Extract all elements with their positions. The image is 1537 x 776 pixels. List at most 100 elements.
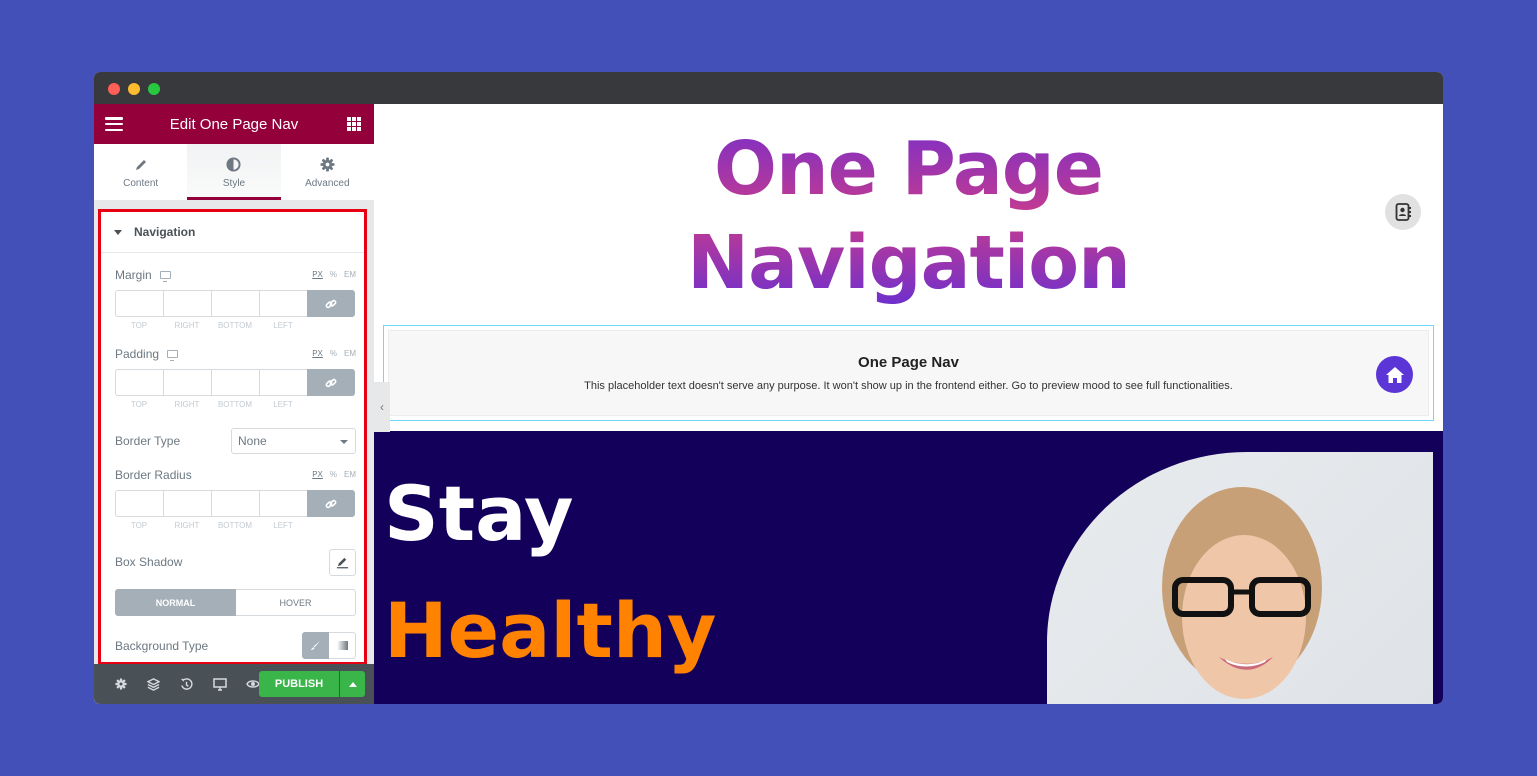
dim-label-left: Left — [273, 521, 293, 530]
panel-tabs: Content Style Advanced — [94, 144, 374, 200]
dim-label-top: Top — [130, 400, 148, 409]
border-type-value: None — [238, 434, 267, 448]
history-icon[interactable] — [170, 677, 203, 691]
margin-control: Margin PX % EM TOP RIGHT BOTTOM LEFT — [115, 268, 356, 330]
padding-right-input[interactable] — [163, 369, 211, 396]
publish-button[interactable]: PUBLISH — [259, 671, 339, 697]
bg-gradient-button[interactable] — [329, 632, 356, 659]
widget-description: This placeholder text doesn't serve any … — [584, 380, 1233, 392]
pencil-icon — [336, 557, 349, 569]
unit-px[interactable]: PX — [312, 349, 323, 358]
dim-label-right: Right — [174, 321, 200, 330]
home-icon — [1385, 366, 1404, 383]
one-page-nav-widget[interactable]: One Page Nav This placeholder text doesn… — [383, 325, 1434, 421]
hero-heading: One Page Navigation — [374, 122, 1443, 310]
collapse-panel-button[interactable]: ‹ — [374, 382, 390, 432]
tab-label: Content — [123, 177, 159, 189]
editor-sidebar: Edit One Page Nav Content Style Advanced… — [94, 104, 374, 704]
tab-content[interactable]: Content — [94, 144, 187, 200]
dim-label-left: Left — [273, 321, 293, 330]
radius-left-input[interactable] — [259, 490, 307, 517]
unit-em[interactable]: EM — [344, 470, 356, 479]
caret-up-icon — [348, 681, 357, 687]
caret-down-icon — [114, 229, 122, 235]
chevron-down-icon — [340, 440, 348, 444]
widget-title: One Page Nav — [858, 354, 959, 371]
pencil-icon — [134, 156, 148, 174]
minimize-window-button[interactable] — [128, 83, 140, 95]
close-window-button[interactable] — [108, 83, 120, 95]
unit-px[interactable]: PX — [312, 270, 323, 279]
border-radius-control: Border Radius PX % EM TOP RIGHT BOTTOM L… — [115, 468, 356, 530]
background-type-control: Background Type — [115, 632, 356, 659]
unit-percent[interactable]: % — [330, 470, 337, 479]
radius-bottom-input[interactable] — [211, 490, 259, 517]
state-tabs: NORMAL HOVER — [115, 589, 356, 616]
nav-dot-home[interactable] — [1376, 356, 1413, 393]
settings-icon[interactable] — [104, 678, 137, 690]
app-window: Edit One Page Nav Content Style Advanced… — [94, 72, 1443, 704]
nav-dot-contact[interactable] — [1385, 194, 1421, 230]
unit-em[interactable]: EM — [344, 349, 356, 358]
border-radius-label: Border Radius — [115, 468, 192, 482]
padding-label: Padding — [115, 347, 160, 361]
margin-top-input[interactable] — [115, 290, 163, 317]
dim-label-top: Top — [130, 321, 148, 330]
tab-hover[interactable]: HOVER — [236, 589, 356, 616]
hero-heading-line1: One Page — [714, 126, 1103, 212]
margin-bottom-input[interactable] — [211, 290, 259, 317]
desktop-icon[interactable] — [167, 350, 179, 361]
dim-label-bottom: Bottom — [217, 521, 253, 530]
radius-right-input[interactable] — [163, 490, 211, 517]
dim-label-right: Right — [174, 521, 200, 530]
padding-left-input[interactable] — [259, 369, 307, 396]
section-toggle-navigation[interactable]: Navigation — [101, 212, 364, 253]
unit-em[interactable]: EM — [344, 270, 356, 279]
tab-style[interactable]: Style — [187, 144, 281, 200]
gradient-icon — [336, 641, 348, 650]
link-values-button[interactable] — [307, 490, 355, 517]
margin-right-input[interactable] — [163, 290, 211, 317]
margin-left-input[interactable] — [259, 290, 307, 317]
layers-icon[interactable] — [137, 677, 170, 691]
hamburger-icon[interactable] — [105, 117, 123, 131]
responsive-icon[interactable] — [203, 677, 236, 691]
preview-canvas: One Page Navigation ‹ One Page Nav This … — [374, 104, 1443, 704]
tab-advanced[interactable]: Advanced — [281, 144, 374, 200]
publish-options-button[interactable] — [340, 671, 365, 697]
tab-label: Style — [222, 177, 246, 189]
link-values-button[interactable] — [307, 369, 355, 396]
tab-label: Advanced — [305, 177, 350, 189]
padding-top-input[interactable] — [115, 369, 163, 396]
link-values-button[interactable] — [307, 290, 355, 317]
unit-percent[interactable]: % — [330, 349, 337, 358]
navigation-section-highlight: Navigation Margin PX % EM TOP RIGHT BOTT… — [98, 209, 367, 665]
radius-top-input[interactable] — [115, 490, 163, 517]
bg-classic-button[interactable] — [302, 632, 329, 659]
sidebar-header: Edit One Page Nav — [94, 104, 374, 144]
link-icon — [325, 378, 337, 387]
unit-percent[interactable]: % — [330, 270, 337, 279]
panel-scroll-area[interactable]: Navigation Margin PX % EM TOP RIGHT BOTT… — [94, 206, 374, 665]
desktop-icon[interactable] — [159, 271, 171, 282]
address-book-icon — [1395, 203, 1411, 221]
contrast-icon — [226, 156, 242, 174]
sidebar-footer: PUBLISH — [94, 664, 374, 704]
border-type-select[interactable]: None — [231, 428, 356, 454]
unit-px[interactable]: PX — [312, 470, 323, 479]
chevron-left-icon: ‹ — [380, 400, 384, 414]
box-shadow-edit-button[interactable] — [329, 549, 356, 576]
background-type-label: Background Type — [115, 639, 209, 653]
banner-line1: Stay — [384, 469, 574, 558]
link-icon — [325, 299, 337, 308]
apps-grid-icon[interactable] — [347, 117, 361, 131]
brush-icon — [310, 640, 321, 651]
tab-normal[interactable]: NORMAL — [115, 589, 236, 616]
maximize-window-button[interactable] — [148, 83, 160, 95]
dim-label-left: Left — [273, 400, 293, 409]
hero-heading-line2: Navigation — [687, 220, 1130, 306]
border-type-label: Border Type — [115, 434, 181, 448]
padding-bottom-input[interactable] — [211, 369, 259, 396]
banner-line2: Healthy — [384, 586, 717, 675]
margin-label: Margin — [115, 268, 152, 282]
